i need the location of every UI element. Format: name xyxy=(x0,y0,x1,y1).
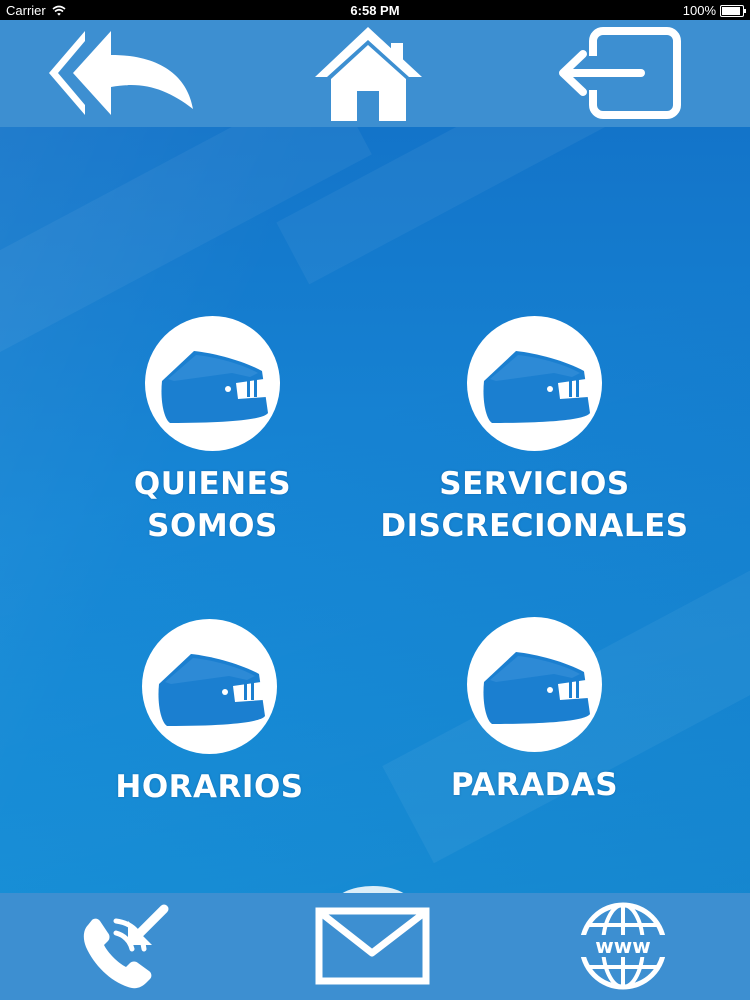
top-nav-bar xyxy=(0,20,750,127)
menu-label: QUIENES SOMOS xyxy=(133,466,292,544)
menu-icon-circle xyxy=(467,617,602,752)
logout-icon xyxy=(559,27,681,119)
battery-icon xyxy=(720,4,746,17)
menu-item-quienes-somos[interactable]: QUIENES SOMOS xyxy=(90,316,335,547)
bus-icon xyxy=(160,350,271,423)
home-icon xyxy=(315,27,422,121)
menu-item-horarios[interactable]: HORARIOS xyxy=(87,619,332,808)
battery-percent: 100% xyxy=(682,3,716,18)
home-button[interactable] xyxy=(311,23,426,127)
main-menu-area: QUIENES SOMOS SERVICIOS DISCRECIONALES H… xyxy=(0,127,750,893)
logout-button[interactable] xyxy=(553,26,683,125)
www-globe-icon: www xyxy=(575,902,671,990)
menu-label: PARADAS xyxy=(450,767,619,803)
bus-icon xyxy=(157,653,268,726)
menu-label: SERVICIOS DISCRECIONALES xyxy=(380,466,689,544)
back-button[interactable] xyxy=(45,25,200,124)
menu-item-paradas[interactable]: PARADAS xyxy=(412,617,657,806)
website-button[interactable]: www xyxy=(575,901,671,995)
menu-label: HORARIOS xyxy=(115,769,304,805)
battery-group: 100% xyxy=(682,3,746,18)
clock: 6:58 PM xyxy=(350,3,400,18)
mail-icon xyxy=(315,907,430,985)
bus-icon xyxy=(482,651,593,724)
menu-icon-circle xyxy=(145,316,280,451)
bottom-nav-bar: www xyxy=(0,893,750,1000)
partial-menu-circle xyxy=(333,886,413,893)
phone-icon xyxy=(83,904,169,989)
back-arrow-icon xyxy=(49,31,193,115)
menu-icon-circle xyxy=(142,619,277,754)
menu-icon-circle xyxy=(467,316,602,451)
email-button[interactable] xyxy=(315,907,430,989)
status-bar: Carrier 6:58 PM 100% xyxy=(0,0,750,20)
menu-item-servicios-discrecionales[interactable]: SERVICIOS DISCRECIONALES xyxy=(372,316,697,547)
svg-text:www: www xyxy=(595,934,650,958)
bus-icon xyxy=(482,350,593,423)
call-button[interactable] xyxy=(76,903,176,997)
